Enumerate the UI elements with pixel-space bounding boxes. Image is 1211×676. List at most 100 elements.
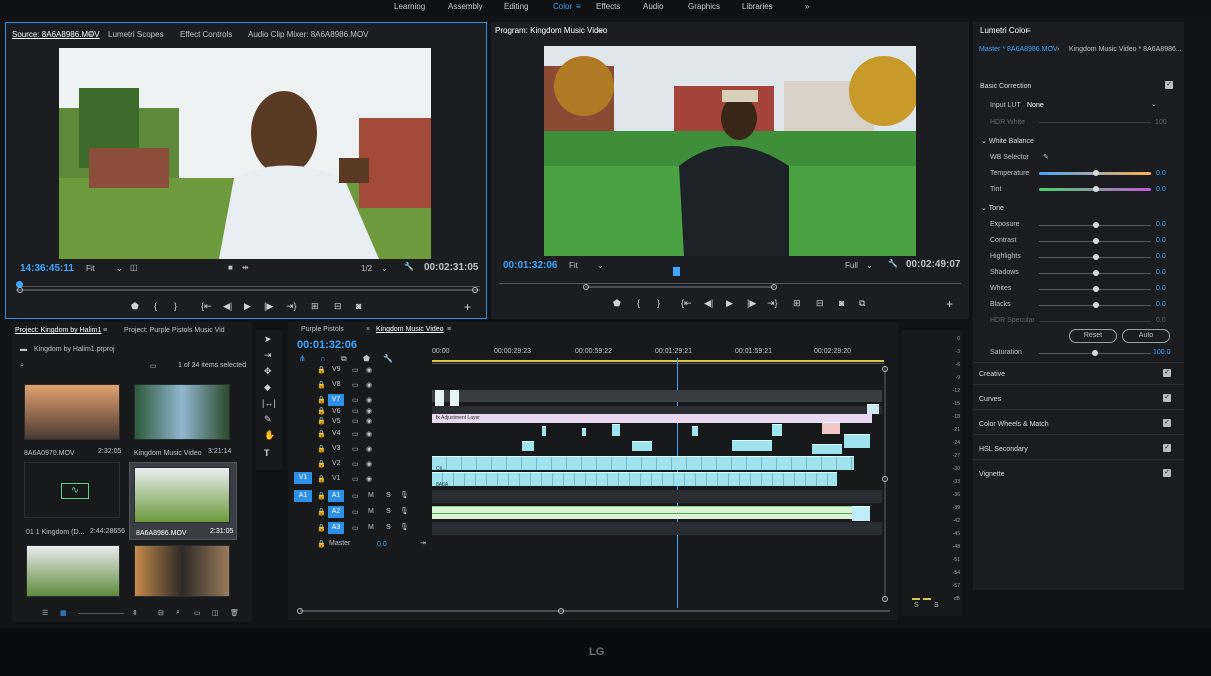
source-patch-a1[interactable]: A1 xyxy=(294,490,312,502)
lock-icon[interactable]: 🔒 xyxy=(317,430,326,438)
clip[interactable] xyxy=(732,440,772,451)
blacks-value[interactable]: 0.0 xyxy=(1156,301,1166,308)
search-icon[interactable]: ⌕ xyxy=(20,362,24,370)
saturation-value[interactable]: 100.0 xyxy=(1153,349,1171,356)
lock-icon[interactable]: 🔒 xyxy=(317,540,326,548)
chevron-down-icon[interactable]: ⌄ xyxy=(866,261,873,270)
lift-icon[interactable]: ⊞ xyxy=(793,298,801,309)
clip[interactable] xyxy=(822,422,840,434)
eye-icon[interactable]: ◉ xyxy=(366,475,372,483)
whites-value[interactable]: 0.0 xyxy=(1156,285,1166,292)
auto-button[interactable]: Auto xyxy=(1122,329,1170,343)
add-marker-icon[interactable]: ⧉ xyxy=(341,354,347,364)
eye-icon[interactable]: ◉ xyxy=(366,460,372,468)
clip[interactable] xyxy=(632,441,652,451)
highlights-knob[interactable] xyxy=(1093,254,1099,260)
program-scrollbar[interactable] xyxy=(585,286,775,288)
source-fit-select[interactable]: Fit xyxy=(86,264,95,273)
new-item-icon[interactable]: ◫ xyxy=(212,609,219,617)
tab-project-kingdom[interactable]: Project: Kingdom by Halim1 xyxy=(15,327,101,334)
track-select-icon[interactable]: ⇥ xyxy=(264,350,272,361)
hsl-secondary-heading[interactable]: HSL Secondary xyxy=(979,446,1028,453)
clip[interactable] xyxy=(692,426,698,436)
lumetri-sequence-clip[interactable]: Kingdom Music Video * 8A6A8986... xyxy=(1069,46,1182,53)
play-icon[interactable]: ▶ xyxy=(244,301,251,312)
clip[interactable] xyxy=(852,506,870,521)
step-back-icon[interactable]: ◀| xyxy=(223,301,232,312)
temperature-value[interactable]: 0.0 xyxy=(1156,170,1166,177)
audio-clip-a2[interactable] xyxy=(432,506,862,519)
track-target-v7[interactable]: V7 xyxy=(328,394,344,406)
menu-icon[interactable]: ≡ xyxy=(447,326,451,333)
lumetri-master-clip[interactable]: Master * 8A6A8986.MOV xyxy=(979,46,1058,53)
solo-right-button[interactable]: S xyxy=(934,602,939,609)
wrench-icon[interactable]: 🔧 xyxy=(383,354,393,363)
lock-icon[interactable]: 🔒 xyxy=(317,475,326,483)
program-playhead[interactable] xyxy=(673,267,680,276)
chevron-down-icon[interactable]: ⌄ xyxy=(597,261,604,270)
eye-icon[interactable]: ◉ xyxy=(366,445,372,453)
color-wheels-checkbox[interactable]: ✓ xyxy=(1163,419,1171,427)
marker-icon[interactable]: ⬟ xyxy=(613,298,621,309)
marker-icon[interactable]: ⬟ xyxy=(131,301,139,312)
lock-icon[interactable]: 🔒 xyxy=(317,508,326,516)
trash-icon[interactable]: 🗑 xyxy=(230,609,239,617)
v1-clips[interactable]: 8A6A xyxy=(432,472,837,488)
program-fit-select[interactable]: Fit xyxy=(569,261,578,270)
color-wheels-heading[interactable]: Color Wheels & Match xyxy=(979,421,1049,428)
thumb-8a6a8986[interactable] xyxy=(134,467,230,523)
solo-icon[interactable]: S xyxy=(386,492,391,499)
eye-icon[interactable]: ◉ xyxy=(366,417,372,425)
list-view-icon[interactable]: ☰ xyxy=(42,609,48,617)
lock-icon[interactable]: 🔒 xyxy=(317,492,326,500)
automate-icon[interactable]: ⊟ xyxy=(158,609,164,617)
tab-purple-pistols[interactable]: Purple Pistols xyxy=(301,326,344,333)
clip[interactable] xyxy=(612,424,620,436)
mute-icon[interactable]: M xyxy=(368,524,374,531)
track-target-a1[interactable]: A1 xyxy=(328,490,344,502)
close-icon[interactable]: × xyxy=(366,326,370,333)
curves-checkbox[interactable]: ✓ xyxy=(1163,394,1171,402)
mark-in-icon[interactable]: { xyxy=(154,301,157,311)
reset-button[interactable]: Reset xyxy=(1069,329,1117,343)
mark-in-icon[interactable]: { xyxy=(637,298,640,308)
insert-icon[interactable]: ⇹ xyxy=(242,263,249,272)
v2-clips[interactable]: Cli... xyxy=(432,456,854,472)
mute-icon[interactable]: M xyxy=(368,492,374,499)
source-timecode[interactable]: 14:36:45:11 xyxy=(20,263,74,274)
ripple-edit-icon[interactable]: ✥ xyxy=(264,366,272,377)
mute-icon[interactable]: M xyxy=(368,508,374,515)
linked-selection-icon[interactable]: ∩ xyxy=(320,354,326,363)
tint-knob[interactable] xyxy=(1093,186,1099,192)
contrast-value[interactable]: 0.0 xyxy=(1156,237,1166,244)
source-time-ruler[interactable] xyxy=(18,277,480,287)
step-back-icon[interactable]: ◀| xyxy=(704,298,713,309)
shadows-knob[interactable] xyxy=(1093,270,1099,276)
lock-icon[interactable]: 🔒 xyxy=(317,417,326,425)
ws-assembly[interactable]: Assembly xyxy=(448,2,483,11)
sync-icon[interactable]: ▭ xyxy=(352,524,359,532)
shadows-value[interactable]: 0.0 xyxy=(1156,269,1166,276)
sync-icon[interactable]: ▭ xyxy=(352,492,359,500)
lock-icon[interactable]: 🔒 xyxy=(317,524,326,532)
vignette-checkbox[interactable]: ✓ xyxy=(1163,469,1171,477)
new-bin-icon[interactable]: ▭ xyxy=(194,609,201,617)
tab-program[interactable]: Program: Kingdom Music Video xyxy=(495,26,607,35)
eye-icon[interactable]: ◉ xyxy=(366,430,372,438)
tab-effect-controls[interactable]: Effect Controls xyxy=(180,30,232,39)
extract-icon[interactable]: ⊟ xyxy=(816,298,824,309)
exposure-value[interactable]: 0.0 xyxy=(1156,221,1166,228)
camera-icon[interactable]: ◙ xyxy=(839,298,844,308)
icon-view-icon[interactable]: ▦ xyxy=(60,609,67,617)
lock-icon[interactable]: 🔒 xyxy=(317,381,326,389)
master-value[interactable]: 0.0 xyxy=(377,541,387,548)
mark-out-icon[interactable]: } xyxy=(174,301,177,311)
type-tool-icon[interactable]: T xyxy=(264,448,270,458)
whites-knob[interactable] xyxy=(1093,286,1099,292)
ws-libraries[interactable]: Libraries xyxy=(742,2,773,11)
creative-checkbox[interactable]: ✓ xyxy=(1163,369,1171,377)
find-icon[interactable]: ⌕ xyxy=(176,609,180,617)
pen-tool-icon[interactable]: ✎ xyxy=(264,414,272,425)
eyedropper-icon[interactable]: ✎ xyxy=(1043,153,1049,161)
white-balance-heading[interactable]: ⌄ White Balance xyxy=(981,137,1034,145)
